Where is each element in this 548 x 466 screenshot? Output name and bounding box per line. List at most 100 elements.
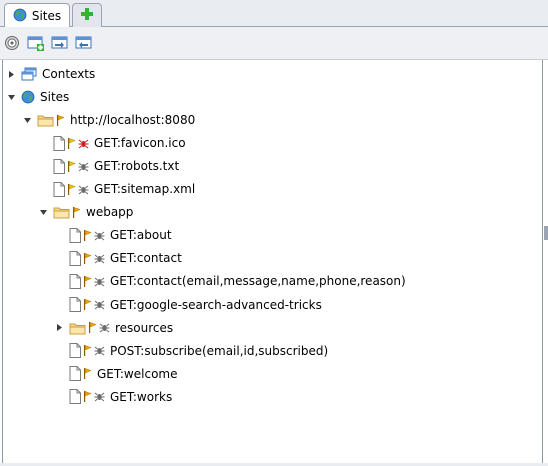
toggle-expanded-icon[interactable]	[37, 202, 49, 222]
new-context-button[interactable]	[27, 35, 45, 51]
tree-node[interactable]: GET:works	[53, 387, 172, 407]
spider-gray-icon	[94, 230, 105, 241]
tab-sites[interactable]: Sites	[4, 3, 70, 28]
flag-orange-icon	[83, 390, 92, 403]
tree-node-label: GET:contact	[110, 251, 182, 266]
tree-node[interactable]: GET:google-search-advanced-tricks	[53, 295, 322, 315]
flag-orange-icon	[83, 275, 92, 288]
folder-icon	[53, 205, 70, 219]
toggle-spacer	[53, 295, 65, 315]
toggle-collapsed-icon[interactable]	[53, 318, 65, 338]
tree-node-label: webapp	[86, 205, 134, 220]
toggle-spacer	[53, 364, 65, 384]
tree-node[interactable]: GET:sitemap.xml	[37, 179, 195, 199]
export-context-button[interactable]	[75, 35, 93, 51]
globe-icon	[21, 90, 35, 104]
tab-sites-label: Sites	[31, 9, 62, 23]
contexts-icon	[21, 67, 37, 81]
folder-icon	[69, 321, 86, 335]
tree-node-label: GET:sitemap.xml	[94, 182, 196, 197]
toggle-spacer	[53, 387, 65, 407]
toggle-expanded-icon[interactable]	[5, 87, 17, 107]
flag-yellow-icon	[67, 137, 76, 150]
tree-node-label: http://localhost:8080	[70, 113, 196, 128]
spider-gray-icon	[94, 276, 105, 287]
flag-orange-icon	[88, 321, 97, 334]
tree-node-label: GET:contact(email,message,name,phone,rea…	[110, 274, 406, 289]
tab-bar: Sites	[0, 0, 548, 28]
tree-node[interactable]: GET:favicon.ico	[37, 133, 186, 153]
flag-orange-icon	[83, 367, 92, 380]
tree-node[interactable]: webapp	[37, 202, 133, 222]
spider-gray-icon	[78, 161, 89, 172]
spider-gray-icon	[94, 345, 105, 356]
flag-orange-icon	[83, 298, 92, 311]
flag-yellow-icon	[67, 183, 76, 196]
tree-node[interactable]: Contexts	[5, 64, 95, 84]
globe-icon	[13, 8, 27, 25]
splitter-handle[interactable]	[544, 226, 548, 240]
tree-node-label: GET:welcome	[97, 366, 178, 381]
tree-node-label: GET:about	[110, 228, 172, 243]
toolbar	[0, 27, 548, 60]
flag-yellow-icon	[67, 160, 76, 173]
file-icon	[53, 181, 65, 197]
file-icon	[69, 250, 81, 266]
tree-node[interactable]: POST:subscribe(email,id,subscribed)	[53, 341, 328, 361]
flag-orange-icon	[83, 229, 92, 242]
tree-node[interactable]: GET:robots.txt	[37, 156, 179, 176]
export-context-icon	[75, 36, 93, 54]
new-context-icon	[27, 36, 45, 54]
file-icon	[69, 273, 81, 289]
import-context-button[interactable]	[51, 35, 69, 51]
tree-node-label: GET:favicon.ico	[94, 136, 186, 151]
tree-node-label: GET:works	[110, 389, 173, 404]
tree-node-label: Contexts	[42, 67, 96, 81]
tree-node[interactable]: http://localhost:8080	[21, 110, 195, 130]
toggle-spacer	[53, 271, 65, 291]
flag-orange-icon	[83, 344, 92, 357]
plus-icon	[80, 7, 94, 24]
spider-gray-icon	[78, 184, 89, 195]
add-tab-button[interactable]	[72, 3, 102, 27]
target-icon	[4, 36, 20, 54]
toggle-spacer	[53, 248, 65, 268]
toggle-spacer	[37, 133, 49, 153]
sites-tree[interactable]: Contexts Sites http://localhost:8080 GET:fa…	[2, 60, 543, 464]
target-button[interactable]	[4, 35, 22, 51]
toggle-collapsed-icon[interactable]	[5, 64, 17, 84]
tree-node[interactable]: GET:contact(email,message,name,phone,rea…	[53, 271, 406, 291]
flag-orange-icon	[72, 206, 81, 219]
toggle-expanded-icon[interactable]	[21, 110, 33, 130]
spider-gray-icon	[94, 253, 105, 264]
file-icon	[69, 389, 81, 405]
tree-node[interactable]: GET:about	[53, 225, 172, 245]
spider-red-icon	[78, 138, 89, 149]
folder-icon	[37, 113, 54, 127]
toggle-spacer	[37, 179, 49, 199]
tree-node[interactable]: GET:welcome	[53, 364, 177, 384]
file-icon	[53, 135, 65, 151]
tree-node[interactable]: GET:contact	[53, 248, 182, 268]
tree-node-label: Sites	[40, 90, 70, 105]
toggle-spacer	[53, 225, 65, 245]
import-context-icon	[51, 36, 69, 54]
tree-node-label: POST:subscribe(email,id,subscribed)	[110, 343, 329, 358]
spider-gray-icon	[94, 391, 105, 402]
toggle-spacer	[37, 156, 49, 176]
file-icon	[69, 366, 81, 382]
tree-node-label: GET:google-search-advanced-tricks	[110, 297, 322, 312]
spider-gray-icon	[99, 322, 110, 333]
tree-node[interactable]: Sites	[5, 87, 69, 107]
flag-orange-icon	[56, 114, 65, 127]
tree-node-label: resources	[115, 320, 174, 335]
file-icon	[69, 227, 81, 243]
tree-node[interactable]: resources	[53, 318, 173, 338]
file-icon	[69, 343, 81, 359]
toggle-spacer	[53, 341, 65, 361]
file-icon	[69, 297, 81, 312]
spider-gray-icon	[94, 299, 105, 310]
flag-orange-icon	[83, 252, 92, 265]
tree-node-label: GET:robots.txt	[94, 159, 180, 174]
file-icon	[53, 158, 65, 174]
